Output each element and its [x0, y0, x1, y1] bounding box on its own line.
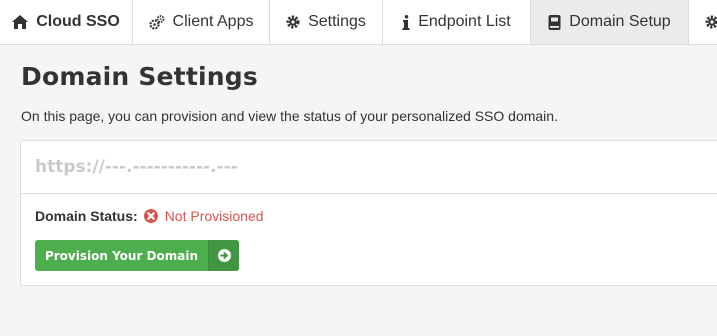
domain-url-bar: https://---.-----------.---: [21, 141, 717, 194]
home-icon: [12, 15, 29, 29]
cogs-icon: [148, 14, 165, 30]
tab-label: Endpoint List: [418, 13, 511, 30]
tab-client-apps[interactable]: Client Apps: [133, 0, 270, 44]
tab-label: Cloud SSO: [36, 13, 120, 30]
tab-label: Domain Setup: [569, 13, 671, 30]
provision-domain-button[interactable]: Provision Your Domain: [35, 240, 239, 271]
domain-status-row: Domain Status: Not Provisioned: [35, 208, 264, 224]
info-icon: [402, 14, 410, 30]
tab-label: Client Apps: [172, 13, 254, 30]
domain-panel: https://---.-----------.--- Domain Statu…: [20, 140, 717, 286]
tab-domain-setup[interactable]: Domain Setup: [531, 0, 689, 44]
domain-url: https://---.-----------.---: [35, 157, 238, 177]
tab-settings[interactable]: Settings: [270, 0, 383, 44]
arrow-circle-right-icon: [208, 240, 239, 271]
gear-icon: [705, 15, 717, 29]
tab-partial[interactable]: [689, 0, 717, 44]
book-icon: [548, 14, 561, 30]
gear-icon: [286, 15, 300, 29]
tab-cloud-sso[interactable]: Cloud SSO: [0, 0, 133, 44]
top-nav-tabs: Cloud SSO Client Apps Settings Endpoint …: [0, 0, 717, 45]
page-title: Domain Settings: [21, 62, 258, 91]
error-circle-icon: [143, 209, 158, 223]
tab-label: Settings: [308, 13, 366, 30]
page-description: On this page, you can provision and view…: [21, 108, 558, 124]
domain-status-value: Not Provisioned: [164, 208, 264, 224]
domain-status-label: Domain Status:: [35, 208, 138, 224]
tab-endpoint-list[interactable]: Endpoint List: [383, 0, 531, 44]
provision-button-label: Provision Your Domain: [44, 248, 199, 263]
